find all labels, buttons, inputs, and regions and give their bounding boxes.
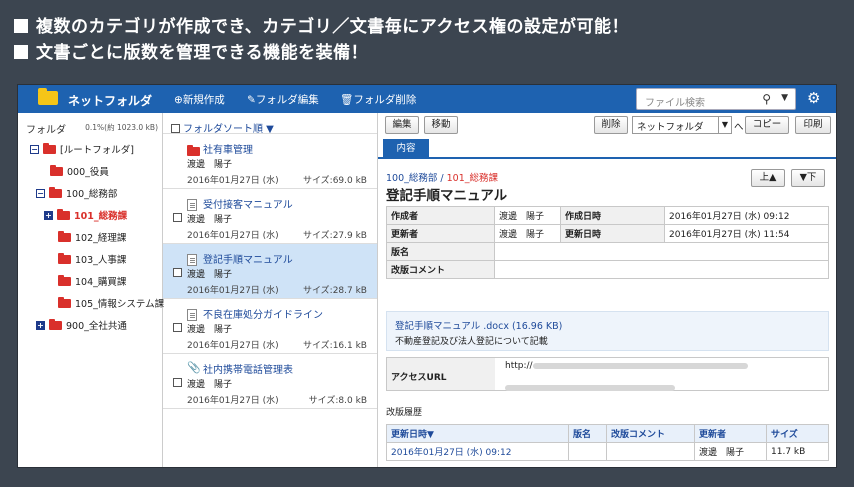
access-url-row: アクセスURL http:// — [386, 357, 829, 391]
detail-pane: 編集 移動 削除 ネットフォルダ ▼ へ コピー 印刷 内容 100_総務部 / … — [378, 113, 836, 467]
copy-button[interactable]: コピー — [745, 116, 789, 134]
tree-item-000[interactable]: 000_役員 — [50, 162, 109, 180]
folder-icon — [49, 186, 62, 198]
history-heading: 改版履歴 — [386, 408, 423, 418]
collapse-icon[interactable]: − — [36, 188, 45, 198]
app-name[interactable]: ネットフォルダ — [68, 92, 152, 109]
delete-button[interactable]: 削除 — [594, 116, 628, 134]
tree-item-102[interactable]: 102_経理課 — [58, 228, 126, 246]
up-button[interactable]: 上▲ — [751, 169, 785, 187]
tree-item-900[interactable]: +900_全社共通 — [36, 316, 127, 334]
paperclip-icon: 📎 — [187, 361, 201, 374]
expand-icon[interactable]: + — [44, 210, 53, 220]
redacted-url-line-2 — [505, 377, 675, 396]
history-col-datetime[interactable]: 更新日時▼ — [386, 424, 569, 443]
breadcrumb: 100_総務部 / 101_総務課 — [386, 173, 499, 184]
tree-item-101[interactable]: +101_総務課 — [44, 206, 127, 224]
folder-icon — [43, 142, 56, 154]
down-button[interactable]: ▼下 — [791, 169, 825, 187]
file-list-pane: フォルダソート順 ▼ 社有車管理 渡邊 陽子 2016年01月27日 (水) サ… — [163, 113, 378, 467]
expand-icon[interactable]: + — [36, 320, 45, 330]
tree-item-104[interactable]: 104_購買課 — [58, 272, 126, 290]
folder-icon — [50, 164, 63, 176]
select-all-checkbox[interactable] — [171, 124, 180, 133]
search-input[interactable]: ファイル検索 ⚲ ▼ — [636, 88, 796, 110]
attachment-link[interactable]: 登記手順マニュアル .docx (16.96 KB) — [395, 318, 562, 332]
access-url-value[interactable]: http:// — [505, 361, 748, 371]
banner-line-2: 文書ごとに版数を管理できる機能を装備！ — [14, 38, 368, 63]
trash-icon: 🗑 — [340, 94, 354, 106]
tree-item-105[interactable]: 105_情報システム課 — [58, 294, 164, 312]
folder-icon — [57, 208, 70, 220]
tree-item-103[interactable]: 103_人事課 — [58, 250, 126, 268]
tab-content[interactable]: 内容 — [383, 139, 429, 158]
folder-icon — [49, 318, 62, 330]
list-item[interactable]: 📎 社内携帯電話管理表 渡邊 陽子 2016年01月27日 (水) サイズ:8.… — [163, 354, 377, 409]
pencil-icon: ✎ — [247, 94, 256, 106]
folder-icon — [58, 296, 71, 308]
gear-icon[interactable]: ⚙ — [807, 89, 820, 107]
folder-icon — [38, 88, 58, 105]
list-item[interactable]: 社有車管理 渡邊 陽子 2016年01月27日 (水) サイズ:69.0 kB — [163, 134, 377, 189]
square-bullet-icon — [14, 45, 28, 59]
item-checkbox[interactable] — [173, 268, 182, 277]
item-checkbox[interactable] — [173, 378, 182, 387]
tree-item-root[interactable]: − [ルートフォルダ] — [30, 140, 134, 158]
tree-item-100[interactable]: −100_総務部 — [36, 184, 117, 202]
move-button[interactable]: 移動 — [424, 116, 458, 134]
attachment-description: 不動産登記及び法人登記について記載 — [395, 337, 548, 347]
list-item-selected[interactable]: 登記手順マニュアル 渡邊 陽子 2016年01月27日 (水) サイズ:28.7… — [163, 244, 377, 299]
chevron-down-icon: ▼ — [718, 117, 731, 133]
redacted-url — [532, 362, 748, 369]
attachment-box: 登記手順マニュアル .docx (16.96 KB) 不動産登記及び法人登記につ… — [386, 311, 829, 351]
edit-button[interactable]: 編集 — [385, 116, 419, 134]
folder-edit-button[interactable]: ✎フォルダ編集 — [247, 92, 319, 107]
banner-line-1: 複数のカテゴリが作成でき、カテゴリ／文書毎にアクセス権の設定が可能！ — [14, 12, 629, 37]
plus-circle-icon: ⊕ — [174, 94, 183, 106]
folder-delete-button[interactable]: 🗑フォルダ削除 — [340, 92, 416, 107]
table-row[interactable]: 2016年01月27日 (水) 09:12 渡邊 陽子 11.7 kB — [386, 442, 829, 461]
new-button[interactable]: ⊕新規作成 — [174, 92, 225, 107]
list-item[interactable]: 受付接客マニュアル 渡邊 陽子 2016年01月27日 (水) サイズ:27.9… — [163, 189, 377, 244]
folder-icon — [58, 274, 71, 286]
usage-text: 0.1%(約 1023.0 kB) — [85, 123, 158, 132]
square-bullet-icon — [14, 19, 28, 33]
chevron-down-icon[interactable]: ▼ — [781, 93, 788, 103]
print-button[interactable]: 印刷 — [795, 116, 831, 134]
list-item[interactable]: 不良在庫処分ガイドライン 渡邊 陽子 2016年01月27日 (水) サイズ:1… — [163, 299, 377, 354]
folder-icon — [58, 230, 71, 242]
document-title: 登記手順マニュアル — [386, 188, 508, 204]
folder-tree-pane: フォルダ 0.1%(約 1023.0 kB) − [ルートフォルダ] 000_役員… — [18, 113, 164, 467]
top-bar: ネットフォルダ ⊕新規作成 ✎フォルダ編集 🗑フォルダ削除 ファイル検索 ⚲ ▼… — [18, 85, 836, 113]
destination-select[interactable]: ネットフォルダ ▼ — [632, 116, 732, 134]
folder-heading: フォルダ — [26, 125, 66, 136]
item-checkbox[interactable] — [173, 213, 182, 222]
folder-icon — [58, 252, 71, 264]
search-icon[interactable]: ⚲ — [762, 92, 771, 106]
meta-table: 作成者 渡邊 陽子 作成日時 2016年01月27日 (水) 09:12 更新者… — [386, 206, 829, 279]
item-checkbox[interactable] — [173, 323, 182, 332]
app-window: ネットフォルダ ⊕新規作成 ✎フォルダ編集 🗑フォルダ削除 ファイル検索 ⚲ ▼… — [17, 84, 837, 468]
collapse-icon[interactable]: − — [30, 144, 39, 154]
to-label: へ — [734, 122, 744, 133]
tab-underline — [378, 157, 836, 159]
history-table: 更新日時▼ 版名 改版コメント 更新者 サイズ 2016年01月27日 (水) … — [386, 424, 829, 461]
